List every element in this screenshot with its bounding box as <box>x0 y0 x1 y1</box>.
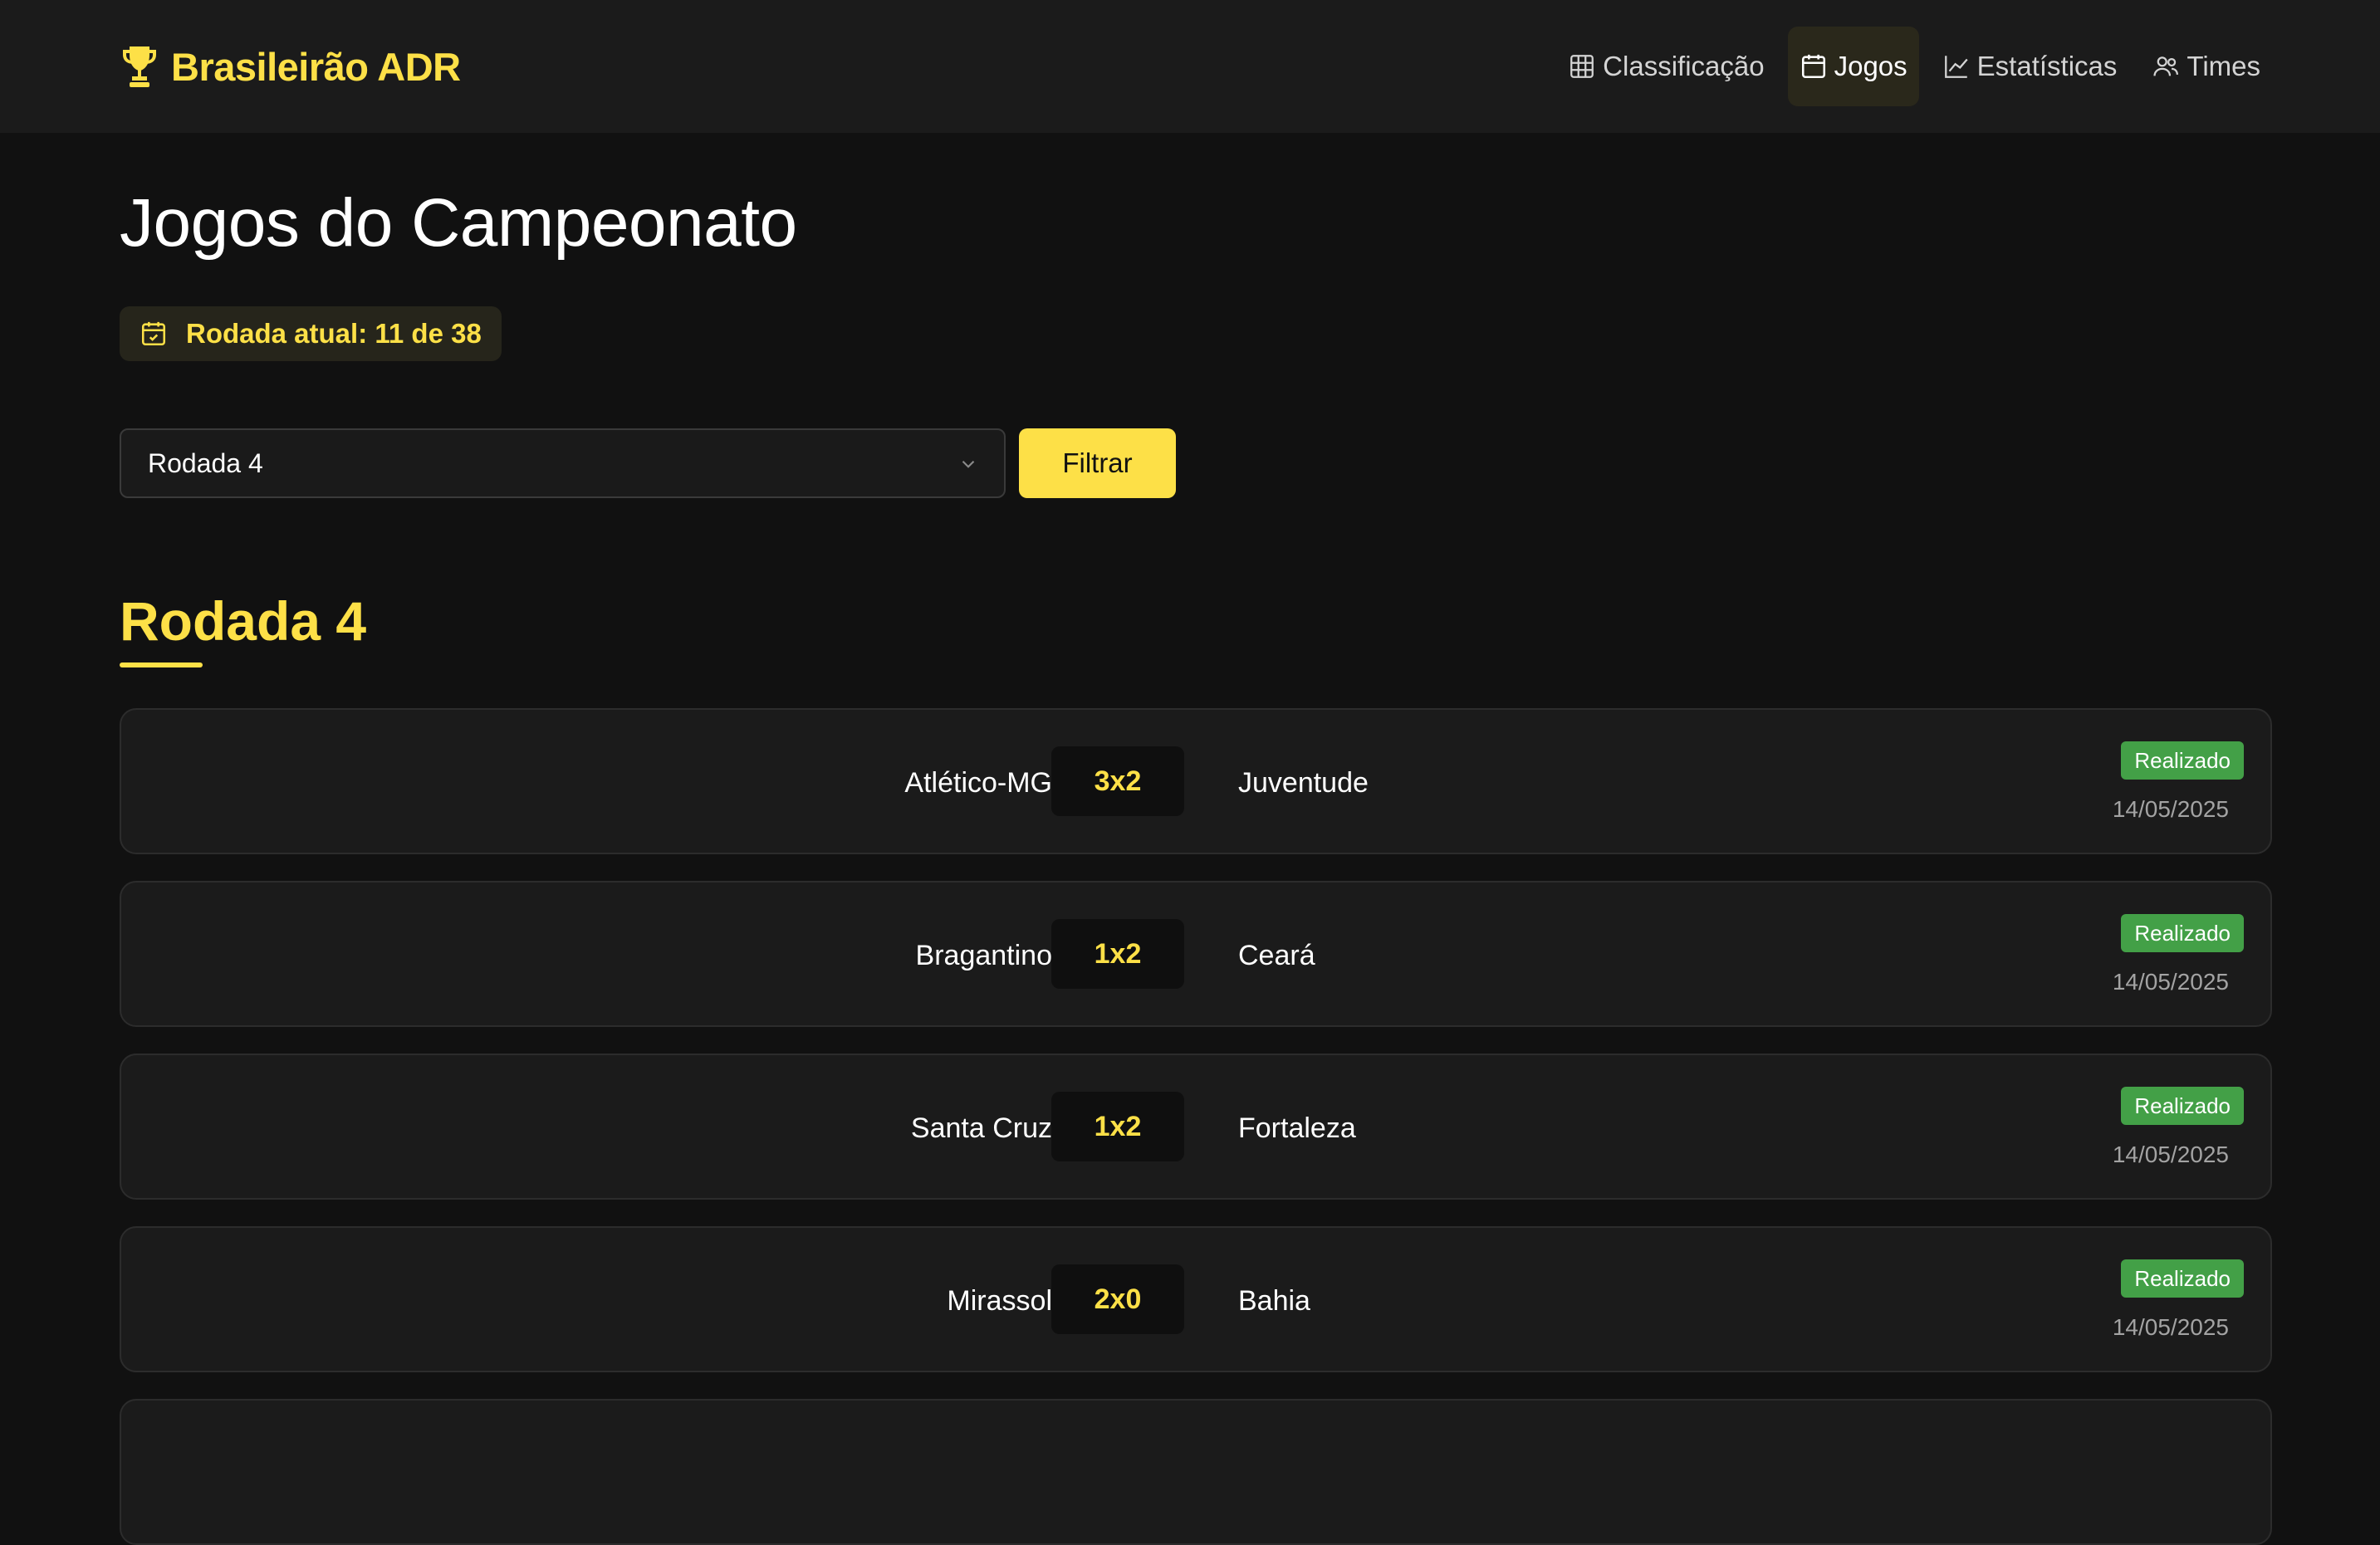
match-date: 14/05/2025 <box>2112 796 2229 822</box>
match-card[interactable]: Santa Cruz 1x2 Fortaleza Realizado 14/05… <box>120 1054 2272 1200</box>
status-badge: Realizado <box>2121 741 2244 780</box>
trophy-icon <box>123 46 156 87</box>
match-card[interactable]: Bragantino 1x2 Ceará Realizado 14/05/202… <box>120 881 2272 1027</box>
nav-label: Estatísticas <box>1976 51 2118 81</box>
round-section-title: Rodada 4 <box>120 590 367 652</box>
match-date: 14/05/2025 <box>2112 1314 2229 1340</box>
match-score: 1x2 <box>1051 919 1184 989</box>
filter-button[interactable]: Filtrar <box>1019 428 1176 498</box>
users-icon <box>2153 56 2179 76</box>
match-score: 1x2 <box>1051 1092 1184 1161</box>
match-date: 14/05/2025 <box>2112 969 2229 995</box>
round-select-value: Rodada 4 <box>148 447 263 478</box>
nav-item-jogos[interactable]: Jogos <box>1787 27 1919 106</box>
section-underline <box>120 662 203 667</box>
match-card[interactable]: Mirassol 2x0 Bahia Realizado 14/05/2025 <box>120 1226 2272 1372</box>
status-badge: Realizado <box>2121 1259 2244 1298</box>
home-team: Bragantino <box>915 939 1052 971</box>
home-team: Atlético-MG <box>904 766 1052 799</box>
match-date: 14/05/2025 <box>2112 1142 2229 1167</box>
home-team: Mirassol <box>947 1284 1052 1317</box>
current-round-badge: Rodada atual: 11 de 38 <box>120 306 502 361</box>
brand-logo[interactable]: Brasileirão ADR <box>120 42 461 91</box>
match-card[interactable]: Atlético-MG 3x2 Juventude Realizado 14/0… <box>120 708 2272 854</box>
calendar-icon <box>1801 54 1825 79</box>
away-team: Fortaleza <box>1238 1112 1356 1144</box>
top-navbar: Brasileirão ADR Classificação Jogos Esta… <box>0 0 2380 133</box>
nav-item-classificacao[interactable]: Classificação <box>1556 27 1775 106</box>
main-nav: Classificação Jogos Estatísticas Times <box>1556 27 2272 106</box>
status-badge: Realizado <box>2121 914 2244 952</box>
page-title: Jogos do Campeonato <box>120 185 797 261</box>
chevron-down-icon <box>962 460 975 468</box>
nav-item-times[interactable]: Times <box>2140 27 2272 106</box>
status-badge: Realizado <box>2121 1087 2244 1125</box>
match-score: 2x0 <box>1051 1264 1184 1334</box>
away-team: Bahia <box>1238 1284 1310 1317</box>
nav-item-estatisticas[interactable]: Estatísticas <box>1931 27 2129 106</box>
match-card[interactable] <box>120 1399 2272 1545</box>
nav-label: Classificação <box>1603 51 1765 81</box>
calendar-check-icon <box>141 321 166 346</box>
home-team: Santa Cruz <box>910 1112 1052 1144</box>
away-team: Ceará <box>1238 939 1315 971</box>
brand-name: Brasileirão ADR <box>171 44 461 89</box>
nav-label: Jogos <box>1834 51 1907 81</box>
away-team: Juventude <box>1238 766 1369 799</box>
round-select[interactable]: Rodada 4 <box>120 428 1006 498</box>
nav-label: Times <box>2187 51 2260 81</box>
table-icon <box>1570 55 1594 78</box>
chart-line-icon <box>1944 56 1968 78</box>
current-round-text: Rodada atual: 11 de 38 <box>186 318 482 349</box>
match-score: 3x2 <box>1051 746 1184 816</box>
